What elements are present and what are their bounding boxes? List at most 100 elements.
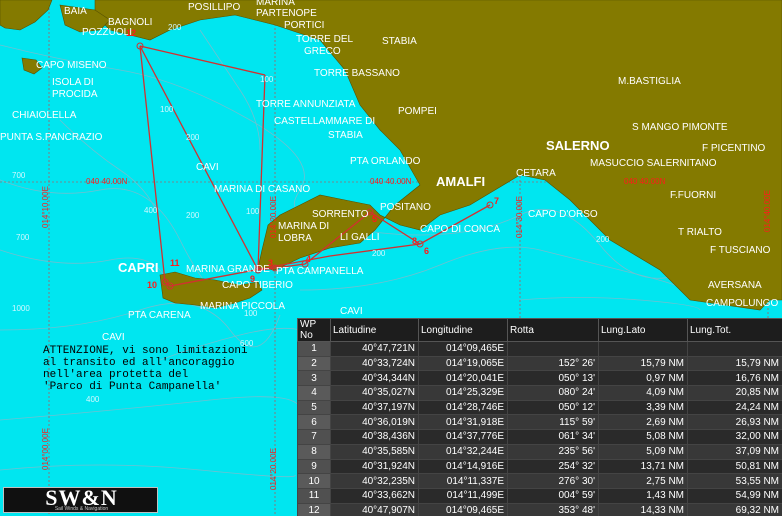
- place-label-city: AMALFI: [436, 174, 486, 189]
- table-row[interactable]: 3 40°34,344N 014°20,041E 050° 13' 0,97 NM 16,…: [297, 370, 782, 387]
- depth-label: 200: [596, 235, 610, 244]
- place-label: STABIA: [328, 130, 363, 141]
- grid-label-latitude: 040 40.00N: [370, 177, 412, 186]
- place-label: POSITANO: [380, 202, 431, 213]
- place-label: TORRE ANNUNZIATA: [256, 99, 356, 110]
- table-cell: 40°35,585N: [330, 443, 419, 460]
- place-label: SORRENTO: [312, 209, 369, 220]
- table-cell: 20,85 NM: [687, 385, 782, 401]
- place-label: GRECO: [304, 46, 341, 57]
- place-label: CAMPOLUNGO: [706, 298, 779, 309]
- table-row[interactable]: 1 40°47,721N 014°09,465E: [297, 341, 782, 357]
- waypoint-number: 8: [412, 236, 418, 246]
- place-label-city: SALERNO: [546, 138, 610, 153]
- table-row[interactable]: 2 40°33,724N 014°19,065E 152° 26' 15,79 NM 15…: [297, 355, 782, 372]
- table-cell: 050° 12': [507, 399, 599, 416]
- brand-logo: SW&N Sail Winds & Navigation: [3, 487, 158, 513]
- table-cell: 4: [297, 385, 331, 401]
- table-cell: [598, 341, 688, 357]
- place-label: PTA ORLANDO: [350, 156, 421, 167]
- table-cell: 3: [297, 370, 331, 387]
- table-row[interactable]: 9 40°31,924N 014°14,916E 254° 32' 13,71 NM 50…: [297, 458, 782, 475]
- place-label: CASTELLAMMARE DI: [274, 116, 376, 127]
- notice-line: ATTENZIONE, vi sono limitazioni: [43, 345, 248, 357]
- grid-label-latitude: 040 40.00N: [624, 177, 666, 186]
- table-cell: 11: [297, 487, 331, 504]
- depth-label: 1000: [12, 304, 30, 313]
- grid-label-longitude: 014°30.00E: [515, 196, 524, 238]
- depth-label: 200: [186, 133, 200, 142]
- grid-label-longitude: 014°00.00E: [41, 428, 50, 470]
- table-row[interactable]: 10 40°32,235N 014°11,337E 276° 30' 2,75 NM 53…: [297, 473, 782, 489]
- table-row[interactable]: 5 40°37,197N 014°28,746E 050° 12' 3,39 NM 24,…: [297, 399, 782, 416]
- place-label: MARINA: [256, 0, 295, 8]
- depth-label: 200: [372, 249, 386, 258]
- table-cell: 40°47,721N: [330, 341, 419, 357]
- table-cell: 152° 26': [507, 355, 599, 372]
- table-row[interactable]: 11 40°33,662N 014°11,499E 004° 59' 1,43 NM 54…: [297, 487, 782, 504]
- table-cell: 7: [297, 429, 331, 445]
- table-cell: 014°19,065E: [418, 355, 508, 372]
- depth-label: 100: [246, 207, 260, 216]
- depth-label: 100: [244, 309, 258, 318]
- waypoint-number: 6: [424, 246, 430, 256]
- column-header[interactable]: Lung.Lato: [598, 318, 688, 342]
- logo-subtitle: Sail Winds & Navigation: [54, 506, 109, 512]
- column-header[interactable]: Lung.Tot.: [687, 318, 782, 342]
- table-cell: 014°28,746E: [418, 399, 508, 416]
- column-header[interactable]: Latitudine: [330, 318, 419, 342]
- place-label: AVERSANA: [708, 280, 762, 291]
- place-label: PROCIDA: [52, 89, 98, 100]
- table-cell: 014°25,329E: [418, 385, 508, 401]
- table-row[interactable]: 6 40°36,019N 014°31,918E 115° 59' 2,69 NM 26,…: [297, 414, 782, 431]
- column-header[interactable]: WP No: [297, 318, 331, 342]
- table-cell: 6: [297, 414, 331, 431]
- table-cell: 004° 59': [507, 487, 599, 504]
- table-cell: 40°33,662N: [330, 487, 419, 504]
- waypoint-number: 11: [170, 258, 180, 268]
- table-cell: 115° 59': [507, 414, 599, 431]
- place-label: MASUCCIO SALERNITANO: [590, 158, 717, 169]
- table-cell: 5,09 NM: [598, 443, 688, 460]
- table-cell: 2,69 NM: [598, 414, 688, 431]
- place-label: PTA CAMPANELLA: [276, 266, 364, 277]
- table-cell: 2: [297, 355, 331, 372]
- table-cell: 32,00 NM: [687, 429, 782, 445]
- table-row[interactable]: 4 40°35,027N 014°25,329E 080° 24' 4,09 NM 20,…: [297, 385, 782, 401]
- table-cell: 10: [297, 473, 331, 489]
- table-cell: 8: [297, 443, 331, 460]
- table-row[interactable]: 8 40°35,585N 014°32,244E 235° 56' 5,09 NM 37,…: [297, 443, 782, 460]
- depth-label: 700: [16, 233, 30, 242]
- protected-area-notice: ATTENZIONE, vi sono limitazioni al transi…: [43, 345, 293, 393]
- table-cell: 40°32,235N: [330, 473, 419, 489]
- depth-label: 400: [144, 206, 158, 215]
- waypoint-number: 4: [306, 254, 312, 264]
- notice-line: al transito ed all'ancoraggio: [43, 357, 235, 369]
- depth-label: 100: [160, 105, 174, 114]
- waypoint-number: 3: [268, 258, 274, 268]
- place-label: CAVI: [196, 162, 219, 173]
- table-row[interactable]: 12 40°47,907N 014°09,465E 353° 48' 14,33 NM 6…: [297, 502, 782, 516]
- table-cell: 14,33 NM: [598, 502, 688, 516]
- place-label: CAPO DI CONCA: [420, 224, 501, 235]
- table-cell: 014°11,337E: [418, 473, 508, 489]
- table-cell: 15,79 NM: [598, 355, 688, 372]
- depth-label: 200: [168, 23, 182, 32]
- table-cell: 014°20,041E: [418, 370, 508, 387]
- column-header[interactable]: Longitudine: [418, 318, 508, 342]
- table-cell: 014°11,499E: [418, 487, 508, 504]
- table-row[interactable]: 7 40°38,436N 014°37,776E 061° 34' 5,08 NM 32,…: [297, 429, 782, 445]
- column-header[interactable]: Rotta: [507, 318, 599, 342]
- table-cell: 40°36,019N: [330, 414, 419, 431]
- place-label: LI GALLI: [340, 232, 380, 243]
- table-cell: 15,79 NM: [687, 355, 782, 372]
- table-cell: 5,08 NM: [598, 429, 688, 445]
- table-cell: 53,55 NM: [687, 473, 782, 489]
- table-cell: 24,24 NM: [687, 399, 782, 416]
- place-label: BAIA: [64, 6, 87, 17]
- table-cell: 40°35,027N: [330, 385, 419, 401]
- place-label: PARTENOPE: [256, 8, 317, 19]
- depth-label: 400: [86, 395, 100, 404]
- grid-label-longitude: 014°20.00E: [269, 196, 278, 238]
- grid-label-longitude: 014°10.00E: [41, 186, 50, 228]
